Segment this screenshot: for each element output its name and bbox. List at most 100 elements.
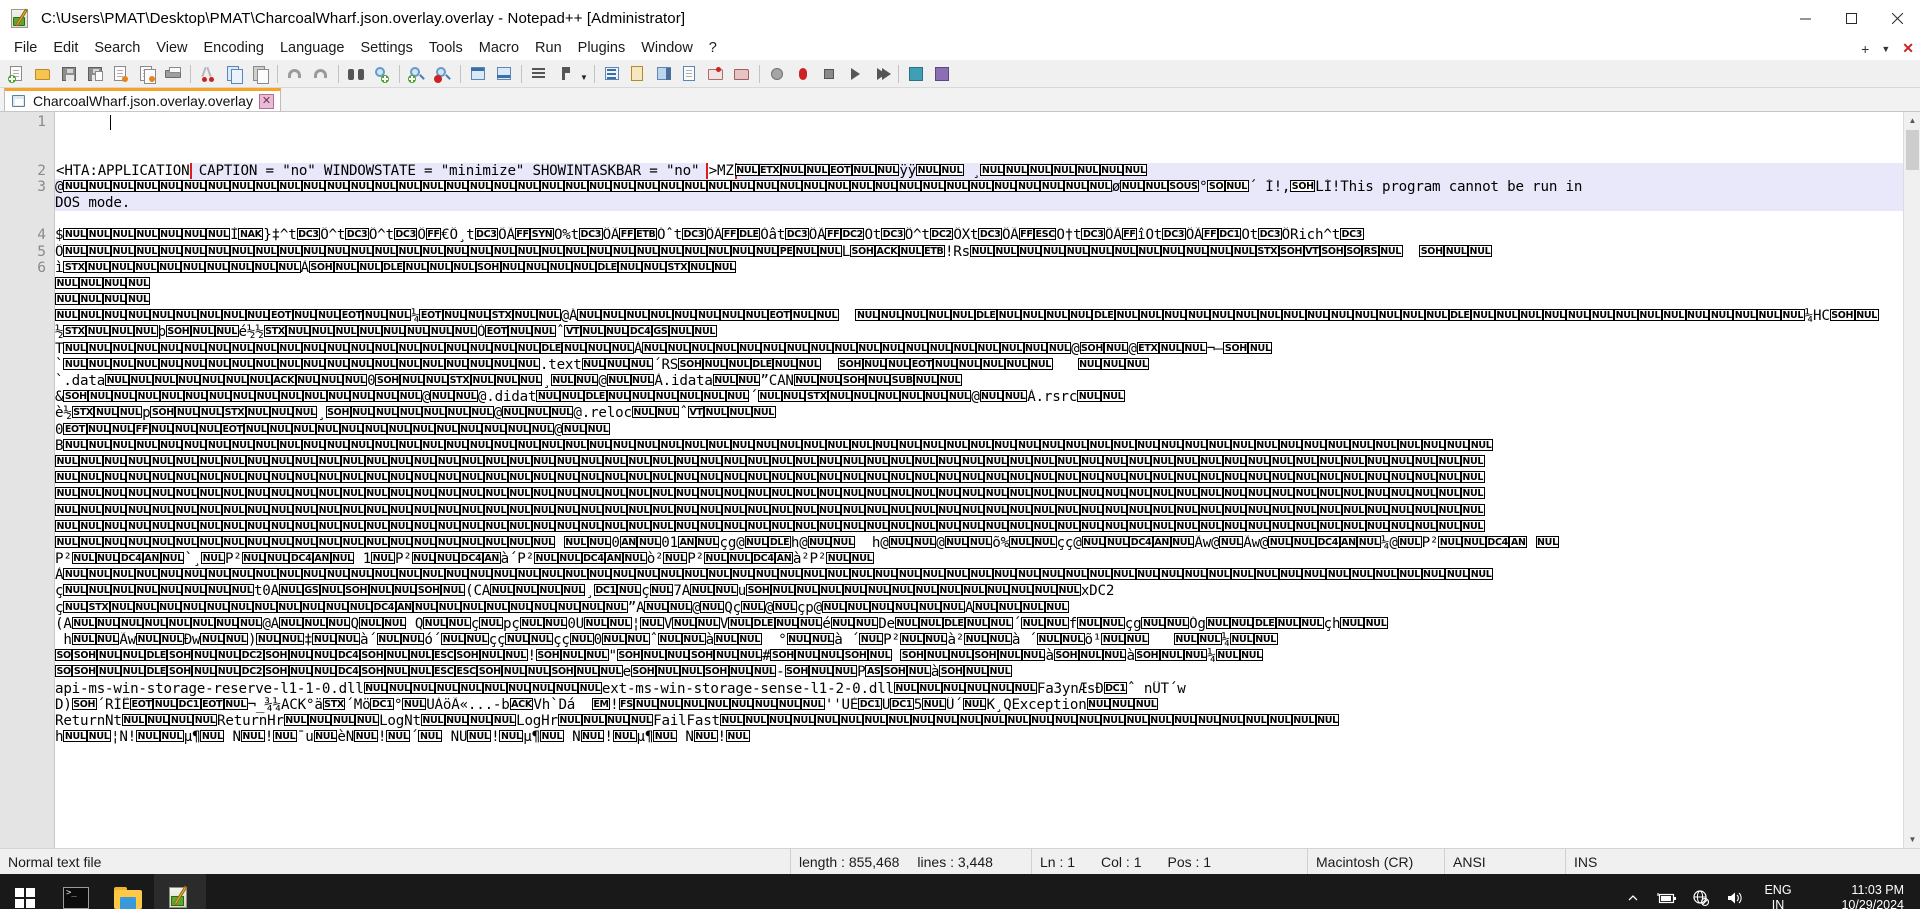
status-insert-mode[interactable]: INS (1566, 849, 1626, 875)
code-text-area[interactable]: <HTA:APPLICATION CAPTION = "no" WINDOWST… (55, 112, 1903, 848)
save-all-icon[interactable] (82, 62, 108, 86)
plugin-manager-icon[interactable] (929, 62, 955, 86)
code-line[interactable]: DOS mode. (55, 194, 1903, 212)
code-line[interactable]: SO SOH NUL NUL DLE SOH NUL NUL DC2 SOH NUL NUL DC4 SO… (55, 664, 1903, 680)
menu-item-settings[interactable]: Settings (352, 39, 420, 58)
code-line[interactable]: ì STX NUL NUL NUL NUL NUL NUL NUL NUL NUL À SOH NUL NU… (55, 260, 1903, 276)
menu-item-file[interactable]: File (6, 39, 45, 58)
code-line[interactable]: ReturnNt NUL NUL NUL NUL ReturnHr NUL NUL NUL NUL… (55, 713, 1903, 729)
code-line[interactable]: NUL NUL NUL NUL NUL NUL NUL NUL NUL NUL NUL NUL NUL N… (55, 519, 1903, 535)
menu-item-window[interactable]: Window (633, 39, 701, 58)
new-file-icon[interactable] (4, 62, 30, 86)
code-line[interactable]: @ NUL NUL NUL NUL NUL NUL NUL NUL NUL NUL NUL NUL NUL… (55, 178, 1903, 195)
menu-item-plugins[interactable]: Plugins (570, 39, 634, 58)
code-line[interactable]: h NUL NUL Ãw NUL NUL Ðw NUL NUL) NUL NUL ‡ NUL NUL à´ N… (55, 632, 1903, 648)
redo-icon[interactable] (308, 62, 334, 86)
code-line[interactable]: Ô NUL NUL NUL NUL NUL NUL NUL NUL NUL NUL NUL NUL NUL… (55, 244, 1903, 260)
status-length-lines[interactable]: length : 855,468 lines : 3,448 (791, 849, 1031, 875)
speaker-icon[interactable] (1718, 874, 1752, 909)
code-line[interactable]: (A NUL NUL NUL NUL NUL NUL NUL NUL @A NUL NUL NUL Q NU… (55, 616, 1903, 632)
minimize-button[interactable] (1782, 0, 1828, 37)
code-line[interactable]: 0 EOT NUL NUL FF NUL NUL NUL EOT NUL NUL NUL NUL NUL N… (55, 422, 1903, 438)
zoom-in-icon[interactable] (404, 62, 430, 86)
stop-recording-icon[interactable] (790, 62, 816, 86)
menu-item-language[interactable]: Language (272, 39, 353, 58)
user-defined-dialog-icon[interactable] (625, 62, 651, 86)
status-document-type[interactable]: Normal text file (0, 849, 790, 875)
code-line[interactable]: SO SOH NUL NUL DLE SOH NUL NUL DC2 SOH NUL NUL DC4 SO… (55, 648, 1903, 664)
menu-item-help[interactable]: ? (701, 39, 725, 58)
code-line[interactable] (55, 211, 1903, 227)
document-map-icon[interactable] (651, 62, 677, 86)
code-line[interactable]: NUL NUL NUL NUL NUL NUL NUL NUL NUL NUL NUL NUL NUL N… (55, 486, 1903, 502)
code-line[interactable]: è½ STX NUL NUL p SOH NUL NUL STX NUL NUL NUL ¸ SOH NUL… (55, 405, 1903, 421)
copy-icon[interactable] (221, 62, 247, 86)
playback-macro-icon[interactable] (816, 62, 842, 86)
code-line[interactable]: ç NUL STX NUL NUL NUL NUL NUL NUL NUL NUL NUL NUL NUL… (55, 600, 1903, 616)
save-icon[interactable] (56, 62, 82, 86)
chevron-down-icon[interactable]: ▼ (1881, 44, 1890, 54)
undo-icon[interactable] (282, 62, 308, 86)
close-document-icon[interactable]: ✕ (1902, 40, 1914, 57)
paste-icon[interactable] (247, 62, 273, 86)
code-line[interactable]: & SOH NUL NUL NUL NUL NUL NUL NUL NUL NUL NUL NUL NUL… (55, 389, 1903, 405)
code-line[interactable]: api-ms-win-storage-reserve-l1-1-0.dll NUL… (55, 681, 1903, 697)
status-caret-position[interactable]: Ln : 1 Col : 1 Pos : 1 (1032, 849, 1307, 875)
tab-close-icon[interactable]: ✕ (258, 93, 274, 109)
status-encoding[interactable]: ANSI (1445, 849, 1565, 875)
folder-as-workspace-icon[interactable] (703, 62, 729, 86)
sync-horizontal-scroll-icon[interactable] (491, 62, 517, 86)
show-desktop-button[interactable] (1912, 874, 1920, 909)
code-line[interactable]: $ NUL NUL NUL NUL NUL NUL NUL Ì NAK}‡^t DC3 Ô^t DC3 Ô… (55, 227, 1903, 243)
start-button[interactable] (0, 874, 50, 909)
run-program-icon[interactable] (903, 62, 929, 86)
close-all-files-icon[interactable] (134, 62, 160, 86)
scroll-up-arrow-icon[interactable]: ▲ (1904, 112, 1920, 129)
indent-guide-icon[interactable] (599, 62, 625, 86)
code-line[interactable]: h NUL NUL ¦N! NUL NUL µ¶ NUL N NUL! NUL ¯u NUL èN NUL… (55, 729, 1903, 745)
code-line[interactable]: <HTA:APPLICATION CAPTION = "no" WINDOWST… (55, 162, 1903, 179)
monitoring-icon[interactable] (729, 62, 755, 86)
close-button[interactable] (1874, 0, 1920, 37)
code-line[interactable]: NUL NUL NUL NUL (55, 292, 1903, 308)
network-disconnected-icon[interactable] (1684, 874, 1718, 909)
zoom-out-icon[interactable] (430, 62, 456, 86)
code-line[interactable]: NUL NUL NUL NUL NUL NUL NUL NUL NUL NUL NUL NUL NUL N… (55, 454, 1903, 470)
scroll-down-arrow-icon[interactable]: ▼ (1904, 831, 1920, 848)
menu-item-tools[interactable]: Tools (421, 39, 471, 58)
run-macro-multiple-times-icon[interactable] (842, 62, 868, 86)
close-file-icon[interactable] (108, 62, 134, 86)
show-all-characters-icon[interactable] (552, 62, 578, 86)
open-file-icon[interactable] (30, 62, 56, 86)
menu-item-macro[interactable]: Macro (471, 39, 527, 58)
function-list-icon[interactable] (677, 62, 703, 86)
maximize-button[interactable] (1828, 0, 1874, 37)
taskbar-app-command-prompt[interactable] (50, 874, 102, 909)
taskbar-app-file-explorer[interactable] (102, 874, 154, 909)
vertical-scrollbar-thumb[interactable] (1906, 130, 1919, 170)
record-macro-icon[interactable] (764, 62, 790, 86)
code-line[interactable]: T NUL NUL NUL NUL NUL NUL NUL NUL NUL NUL NUL NUL NUL… (55, 341, 1903, 357)
code-line[interactable]: NUL NUL NUL NUL NUL NUL NUL NUL NUL NUL NUL NUL NUL N… (55, 503, 1903, 519)
cut-icon[interactable] (195, 62, 221, 86)
new-tab-plus-icon[interactable]: + (1861, 41, 1869, 57)
code-line[interactable]: À NUL NUL NUL NUL NUL NUL NUL NUL NUL NUL NUL NUL NUL… (55, 567, 1903, 583)
replace-icon[interactable] (369, 62, 395, 86)
menu-item-view[interactable]: View (148, 39, 195, 58)
menu-item-edit[interactable]: Edit (45, 39, 86, 58)
show-all-characters-dropdown-icon[interactable]: ▼ (578, 62, 590, 86)
sync-vertical-scroll-icon[interactable] (465, 62, 491, 86)
status-eol-format[interactable]: Macintosh (CR) (1308, 849, 1444, 875)
code-line[interactable]: ` NUL NUL NUL NUL NUL NUL NUL NUL NUL NUL NUL NUL NUL… (55, 357, 1903, 373)
taskbar-app-notepad-plus-plus[interactable] (154, 874, 206, 909)
clock-and-date[interactable]: 11:03 PM 10/29/2024 (1804, 874, 1912, 909)
battery-charging-icon[interactable] (1650, 874, 1684, 909)
code-line[interactable]: NUL NUL NUL NUL (55, 276, 1903, 292)
code-line[interactable]: D) SOH ´RÍË EOT NUL DC1 EOT NUL ¬_¾¼ACK°ä STX ´Mö D… (55, 697, 1903, 713)
show-hidden-icons-chevron-icon[interactable] (1616, 874, 1650, 909)
print-icon[interactable] (160, 62, 186, 86)
code-line[interactable]: NUL NUL NUL NUL NUL NUL NUL NUL NUL EOT NUL NUL EOT N… (55, 308, 1903, 324)
vertical-scrollbar[interactable]: ▲ ▼ (1903, 112, 1920, 848)
menu-item-search[interactable]: Search (86, 39, 148, 58)
code-line[interactable]: P² NUL NUL DC4 AN NUL `¸ NUL P² NUL NUL DC4 AN NUL 1N… (55, 551, 1903, 567)
